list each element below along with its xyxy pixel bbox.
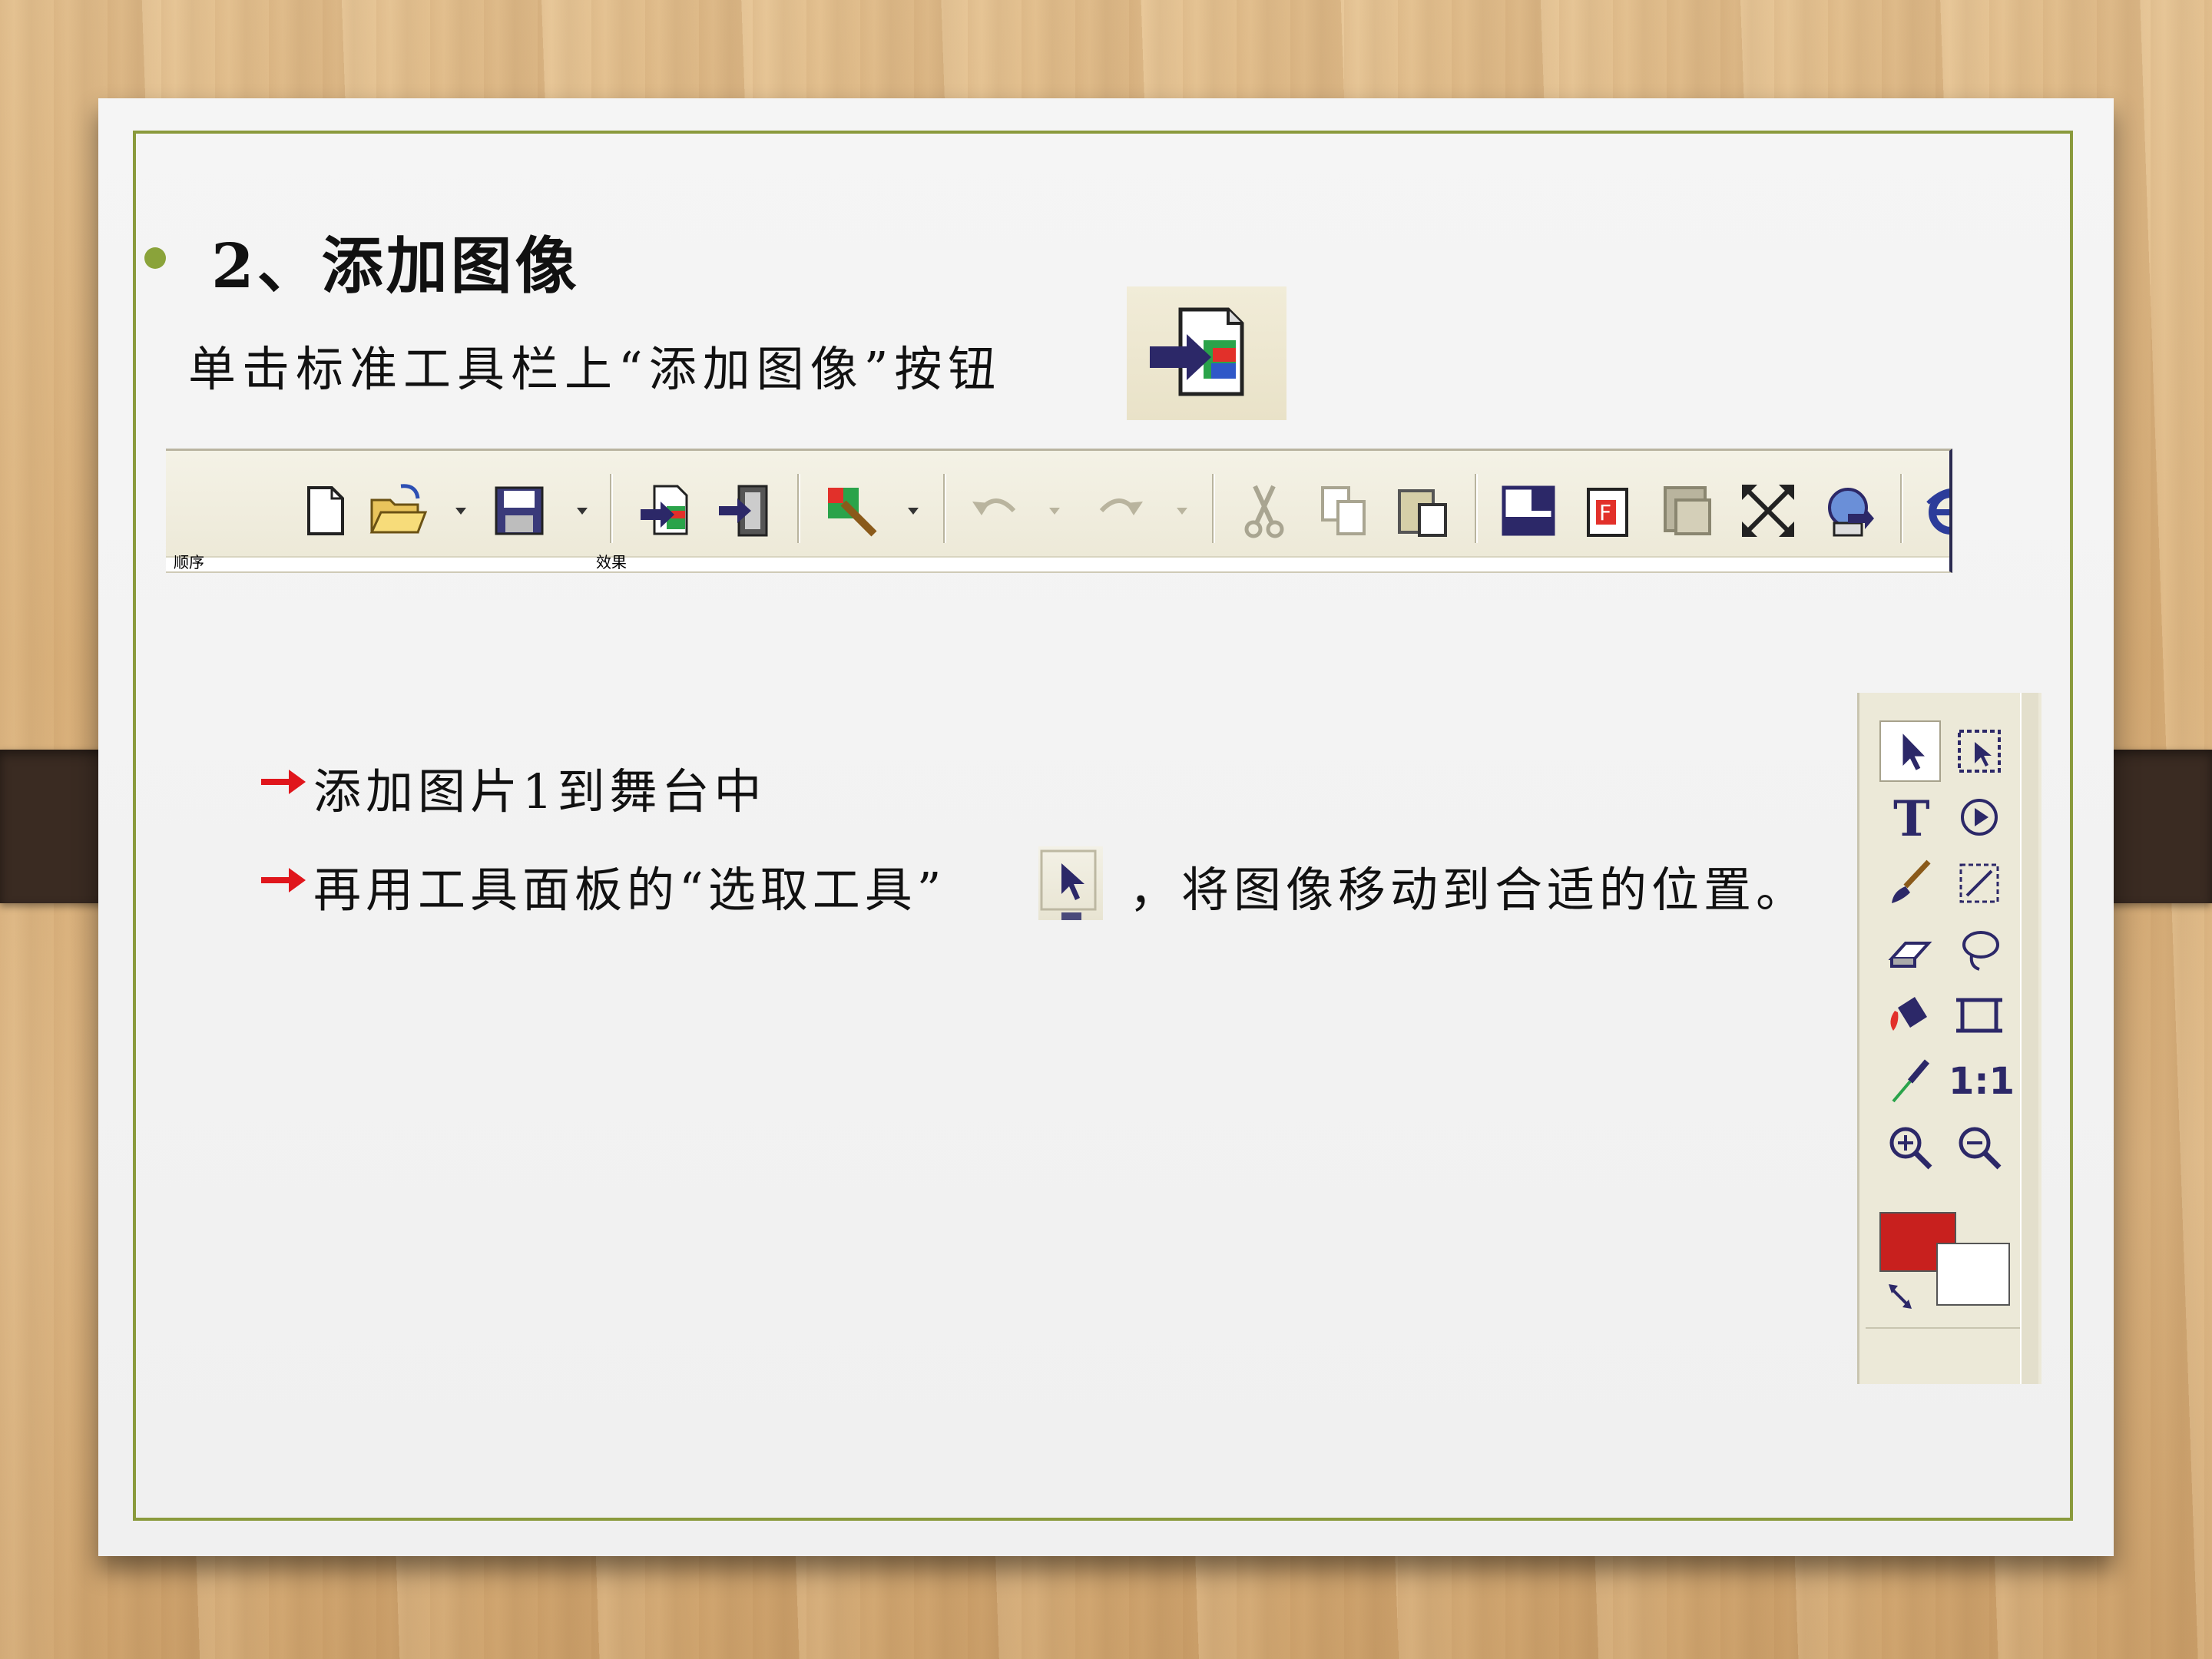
actual-size-button[interactable]: 1:1 [1949,1051,2015,1112]
text-tool-icon[interactable]: T [1879,786,1941,848]
play-tool-icon[interactable] [1949,786,2010,848]
new-file-icon[interactable] [295,480,356,541]
add-image-button-image [1127,286,1286,420]
step-line-1: 添加图片1到舞台中 [313,763,767,820]
undo-dropdown-icon[interactable] [1049,508,1060,515]
transform-tool-icon[interactable] [1949,853,2010,914]
save-dropdown-icon[interactable] [577,508,588,515]
redo-icon[interactable] [1089,480,1151,541]
slide-heading: 2、添加图像 [211,230,580,302]
lasso-tool-icon[interactable] [1949,919,2010,980]
toolbar-sub-label-left: 顺序 [174,553,204,571]
standard-toolbar: F 顺序 效果 [166,449,1952,573]
step-line-2-after: ，将图像移动到合适的位置。 [1129,862,1809,918]
instruction-text: 单击标准工具栏上“添加图像”按钮 [188,341,1002,397]
fit-icon[interactable] [1737,480,1799,541]
add-movie-icon[interactable] [714,480,776,541]
zoom-in-icon[interactable] [1879,1117,1941,1178]
brush-dropdown-icon[interactable] [908,508,919,515]
step-line-2-before: 再用工具面板的“选取工具” [313,862,946,918]
red-arrow-icon [261,868,306,892]
swap-colors-icon[interactable] [1886,1278,1919,1312]
select-tool-inline-image [1038,846,1103,920]
zoom-out-icon[interactable] [1949,1117,2010,1178]
brush-tool-icon[interactable] [1879,853,1941,914]
stage-icon[interactable] [1498,480,1559,541]
fill-color-swatch[interactable] [1936,1243,2010,1306]
crop-tool-icon[interactable] [1949,985,2010,1046]
svg-text:F: F [1599,500,1611,525]
save-icon[interactable] [488,480,550,541]
tool-panel: T 1:1 [1857,693,2041,1384]
paste-icon[interactable] [1392,480,1453,541]
red-arrow-icon [261,770,306,794]
open-folder-icon[interactable] [367,480,429,541]
bullet-dot [144,247,166,269]
toolbar-sub-label-right: 效果 [596,553,627,571]
select-tool-icon [1040,849,1097,920]
fill-tool-icon[interactable] [1879,985,1941,1046]
svg-text:T: T [1893,790,1930,848]
transition-icon[interactable]: F [1578,480,1639,541]
select-tool-button[interactable] [1879,720,1941,782]
add-image-icon [1150,307,1244,396]
publish-icon[interactable] [1817,480,1879,541]
copy-icon[interactable] [1313,480,1375,541]
paint-brush-icon[interactable] [820,480,882,541]
eyedropper-tool-icon[interactable] [1879,1051,1941,1112]
slide-paper [98,98,2114,1556]
ie-preview-icon[interactable] [1920,480,1952,541]
effect-icon[interactable] [1657,480,1719,541]
eraser-tool-icon[interactable] [1879,919,1941,980]
cut-icon[interactable] [1233,480,1295,541]
open-dropdown-icon[interactable] [455,508,466,515]
add-image-toolbar-icon[interactable] [634,480,696,541]
subselect-tool-icon[interactable] [1949,720,2010,782]
select-tool-icon [1902,733,1925,770]
toolbar-subrow: 顺序 效果 [166,553,1949,571]
undo-icon[interactable] [965,480,1026,541]
redo-dropdown-icon[interactable] [1177,508,1187,515]
